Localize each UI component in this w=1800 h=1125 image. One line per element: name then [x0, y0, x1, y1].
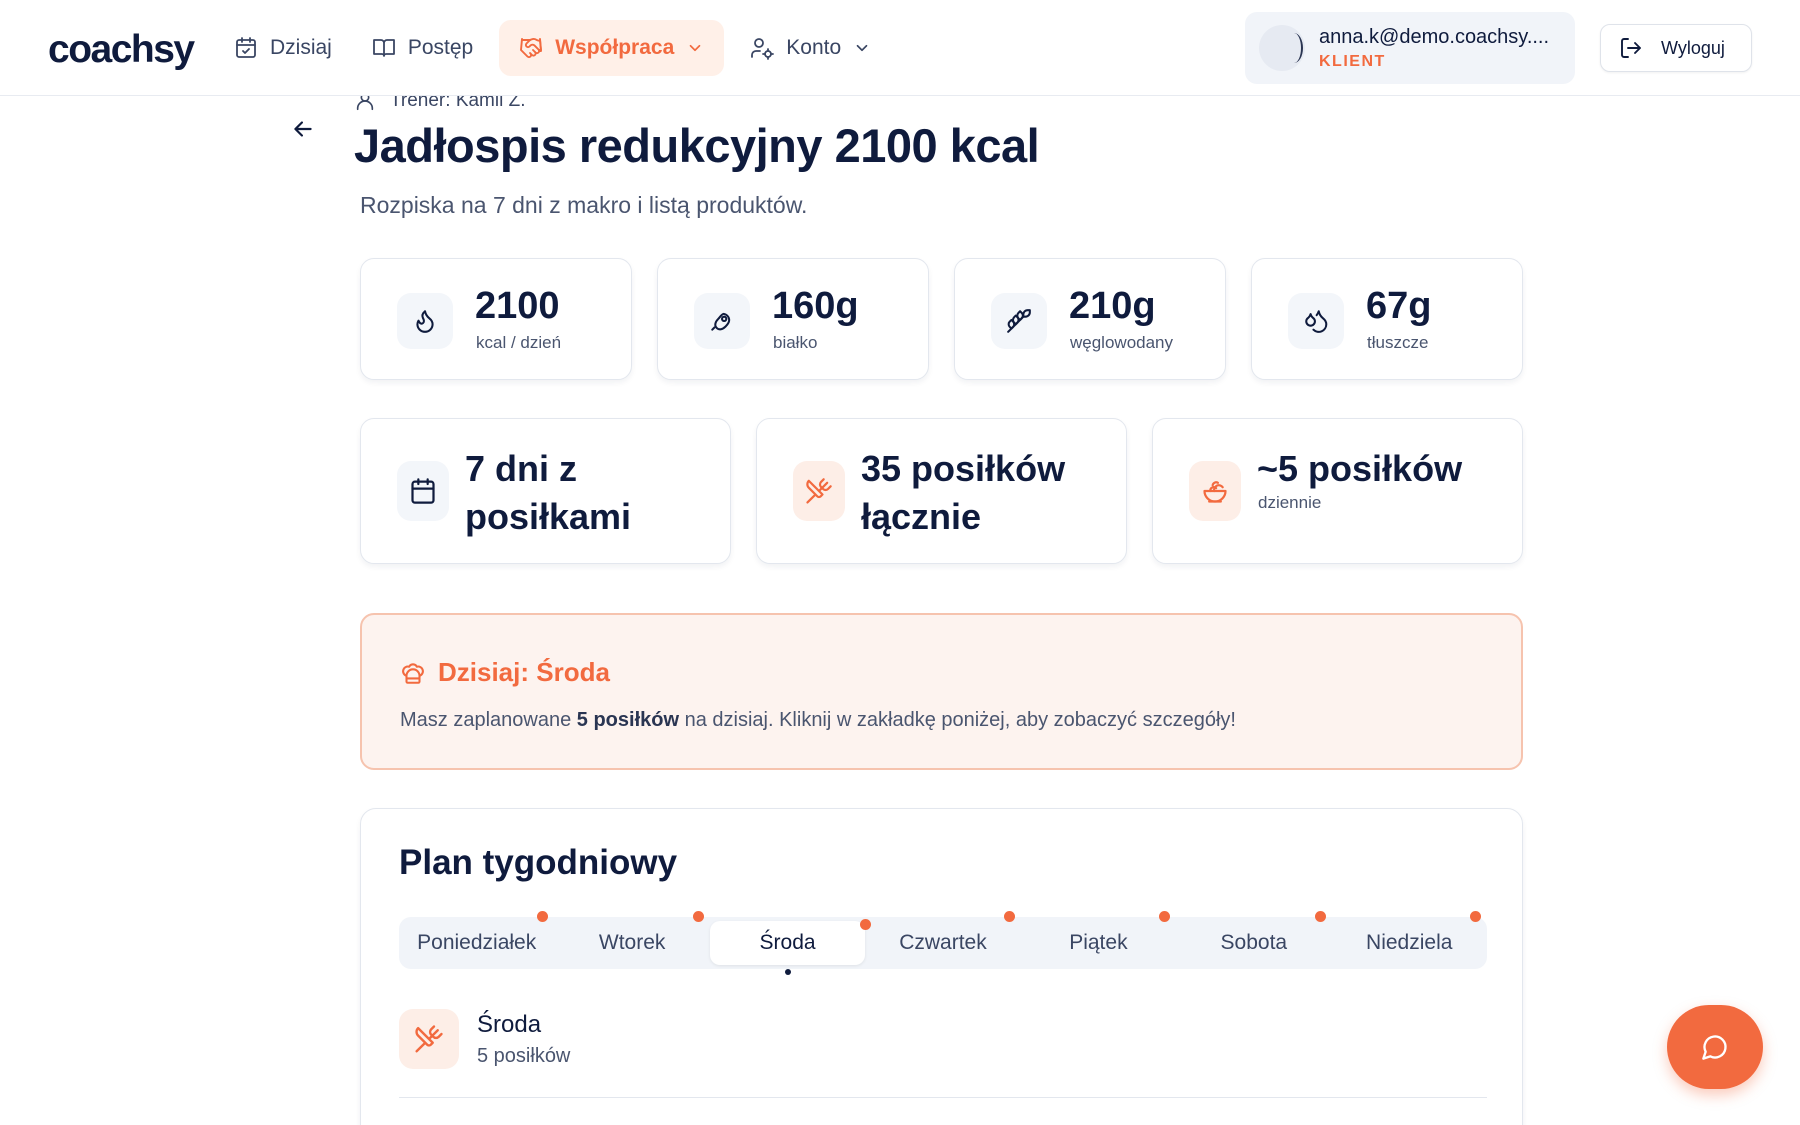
calendar-icon: [397, 461, 449, 521]
tab-wednesday[interactable]: Środa: [709, 919, 872, 975]
today-text-after: na dzisiaj. Kliknij w zakładkę poniżej, …: [684, 709, 1236, 731]
meal-indicator-dot: [692, 911, 704, 922]
book-open-icon: [372, 39, 395, 57]
selected-day-name: Środa: [477, 1010, 542, 1038]
meal-indicator-dot: [1314, 911, 1326, 922]
chevron-down-icon: [856, 44, 868, 52]
logout-button[interactable]: Wyloguj: [1600, 24, 1752, 72]
nav-cooperation-label: Współpraca: [555, 36, 675, 59]
top-navigation-bar: coachsy Dzisiaj Postęp Współpraca Konto …: [0, 0, 1800, 96]
chevron-down-icon: [689, 44, 701, 52]
tab-thursday[interactable]: Czwartek: [865, 911, 1020, 969]
meal-indicator-dot: [1469, 911, 1481, 922]
logout-label: Wyloguj: [1661, 37, 1725, 58]
macro-label: białko: [773, 333, 818, 352]
nav-progress[interactable]: Postęp: [358, 20, 487, 76]
today-text-before: Masz zaplanowane: [400, 709, 572, 731]
weekly-plan-card: Plan tygodniowy Poniedziałek Wtorek Środ…: [360, 808, 1523, 1125]
chef-hat-icon: [402, 662, 424, 684]
user-info: anna.k@demo.coachsy.... KLIENT: [1319, 26, 1549, 71]
meat-icon: [694, 293, 750, 349]
today-title-text: Dzisiaj: Środa: [438, 657, 610, 687]
flame-icon: [397, 293, 453, 349]
tab-label: Środa: [759, 931, 816, 954]
active-tab-indicator: [784, 969, 791, 975]
log-out-icon: [1621, 38, 1641, 58]
today-description: Masz zaplanowane 5 posiłków na dzisiaj. …: [400, 709, 1236, 732]
macro-value: 67g: [1366, 285, 1432, 327]
today-banner: Dzisiaj: Środa Masz zaplanowane 5 posiłk…: [360, 613, 1523, 770]
tab-sunday[interactable]: Niedziela: [1332, 911, 1487, 969]
divider: [399, 1097, 1487, 1098]
chat-button[interactable]: [1667, 1005, 1763, 1089]
tab-saturday[interactable]: Sobota: [1176, 911, 1331, 969]
nav-today-label: Dzisiaj: [270, 36, 332, 59]
summary-card-meals-daily: ~5 posiłków dziennie: [1152, 418, 1523, 564]
calendar-check-icon: [236, 37, 256, 58]
droplets-icon: [1288, 293, 1344, 349]
back-arrow-icon[interactable]: [290, 116, 316, 142]
macro-card-fat: 67g tłuszcze: [1251, 258, 1523, 380]
day-tabs: Poniedziałek Wtorek Środa Czwartek Piąte…: [399, 911, 1487, 975]
summary-card-days: 7 dni z posiłkami: [360, 418, 731, 564]
nav-progress-label: Postęp: [407, 36, 474, 59]
handshake-icon: [520, 38, 543, 58]
utensils-crossed-icon: [399, 1009, 459, 1069]
user-cog-icon: [751, 38, 775, 60]
macro-card-carbs: 210g węglowodany: [954, 258, 1226, 380]
tab-monday[interactable]: Poniedziałek: [399, 911, 554, 969]
nav-account-label: Konto: [786, 36, 842, 59]
salad-icon: [1189, 461, 1241, 521]
meal-indicator-dot: [1003, 911, 1015, 922]
tab-label: Poniedziałek: [417, 931, 537, 954]
nav-cooperation[interactable]: Współpraca: [499, 20, 725, 76]
user-profile-box[interactable]: anna.k@demo.coachsy.... KLIENT: [1245, 12, 1575, 84]
tab-tuesday[interactable]: Wtorek: [554, 911, 709, 969]
summary-value: 7 dni z posiłkami: [465, 448, 632, 537]
macro-value: 160g: [772, 285, 859, 327]
today-meal-count: 5 posiłków: [576, 709, 680, 731]
meal-indicator-dot: [1159, 911, 1171, 922]
today-title: Dzisiaj: Środa: [400, 657, 610, 688]
macro-card-kcal: 2100 kcal / dzień: [360, 258, 632, 380]
summary-card-meals-total: 35 posiłków łącznie: [756, 418, 1127, 564]
summary-value: ~5 posiłków: [1257, 448, 1463, 489]
macro-value: 210g: [1069, 285, 1156, 327]
tab-label: Sobota: [1220, 931, 1288, 954]
tab-label: Wtorek: [598, 931, 666, 954]
plan-title: Plan tygodniowy: [399, 843, 678, 882]
tab-friday[interactable]: Piątek: [1021, 911, 1176, 969]
selected-day-header: Środa 5 posiłków: [399, 1009, 570, 1069]
macro-label: węglowodany: [1070, 333, 1174, 352]
utensils-crossed-icon: [793, 461, 845, 521]
nav-today[interactable]: Dzisiaj: [220, 20, 346, 76]
meal-indicator-dot: [537, 911, 549, 922]
macro-label: kcal / dzień: [476, 333, 562, 352]
user-role-badge: KLIENT: [1319, 52, 1386, 70]
tab-label: Niedziela: [1366, 931, 1453, 954]
macro-value: 2100: [475, 285, 560, 327]
macro-card-protein: 160g białko: [657, 258, 929, 380]
page-title: Jadłospis redukcyjny 2100 kcal: [354, 119, 1040, 172]
message-circle-icon: [1702, 1035, 1727, 1060]
avatar: [1259, 25, 1305, 71]
page-subtitle: Rozpiska na 7 dni z makro i listą produk…: [360, 192, 808, 218]
selected-day-info: Środa 5 posiłków: [477, 1011, 570, 1068]
summary-value: 35 posiłków łącznie: [861, 448, 1066, 537]
tab-label: Piątek: [1069, 931, 1128, 954]
summary-label: dziennie: [1258, 493, 1322, 512]
main-nav: Dzisiaj Postęp Współpraca Konto: [220, 20, 885, 76]
nav-account[interactable]: Konto: [736, 20, 885, 76]
coachsy-logo[interactable]: coachsy: [48, 28, 195, 72]
macro-label: tłuszcze: [1367, 333, 1429, 352]
user-email: anna.k@demo.coachsy....: [1319, 25, 1550, 48]
wheat-icon: [991, 293, 1047, 349]
tab-label: Czwartek: [899, 931, 987, 954]
selected-day-meal-count: 5 posiłków: [477, 1044, 571, 1067]
